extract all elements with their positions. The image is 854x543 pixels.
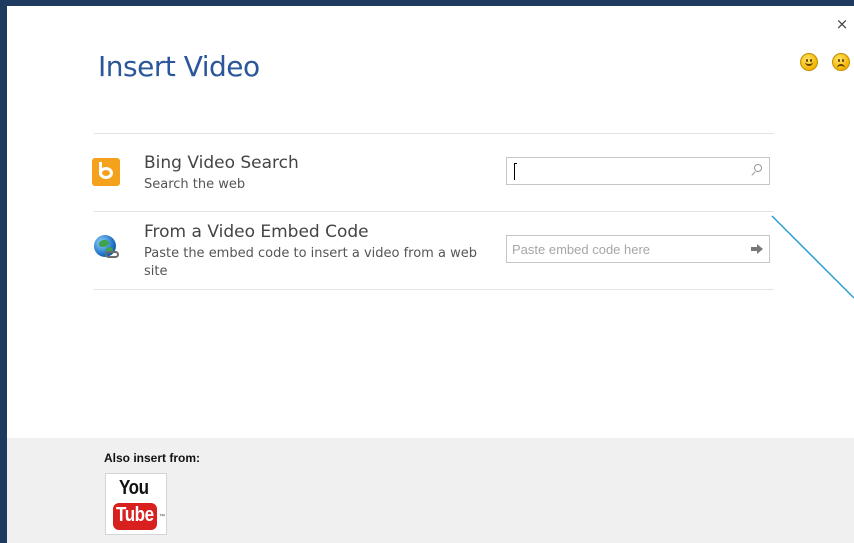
bing-search-description: Search the web — [144, 177, 246, 192]
youtube-button[interactable]: You Tube ™ — [105, 473, 167, 535]
text-cursor — [514, 163, 517, 180]
eye — [838, 59, 840, 62]
bing-search-box[interactable] — [506, 157, 770, 185]
smile-feedback-icon[interactable] — [800, 53, 818, 71]
arrow-head — [757, 244, 763, 254]
youtube-logo-tube: Tube — [116, 504, 154, 526]
embed-code-description: Paste the embed code to insert a video f… — [144, 246, 477, 279]
youtube-trademark: ™ — [159, 514, 165, 520]
frown-feedback-icon[interactable] — [832, 53, 850, 71]
divider — [94, 289, 774, 290]
embed-code-box[interactable] — [506, 235, 770, 263]
embed-code-input[interactable] — [509, 238, 745, 260]
search-icon[interactable] — [749, 163, 765, 179]
close-button[interactable]: × — [834, 15, 850, 33]
handle — [751, 171, 756, 176]
bing-search-title: Bing Video Search — [144, 153, 299, 173]
mouth — [837, 64, 845, 68]
also-insert-label: Also insert from: — [104, 451, 201, 465]
divider — [94, 133, 774, 134]
dialog-title: Insert Video — [98, 50, 260, 83]
divider — [94, 211, 774, 212]
eye — [842, 59, 844, 62]
insert-video-dialog: × Insert Video Bing Video Search Search … — [7, 6, 854, 543]
also-insert-footer: Also insert from: You Tube ™ — [7, 438, 854, 543]
embed-code-title: From a Video Embed Code — [144, 222, 369, 242]
youtube-logo-you: You — [119, 477, 149, 499]
mouth — [805, 62, 813, 66]
globe-link-icon — [94, 235, 122, 263]
chain-link — [105, 251, 119, 258]
bing-ring — [99, 167, 113, 179]
bing-search-input[interactable] — [509, 160, 745, 182]
insert-arrow-icon[interactable] — [749, 241, 765, 257]
bing-icon — [92, 158, 120, 186]
